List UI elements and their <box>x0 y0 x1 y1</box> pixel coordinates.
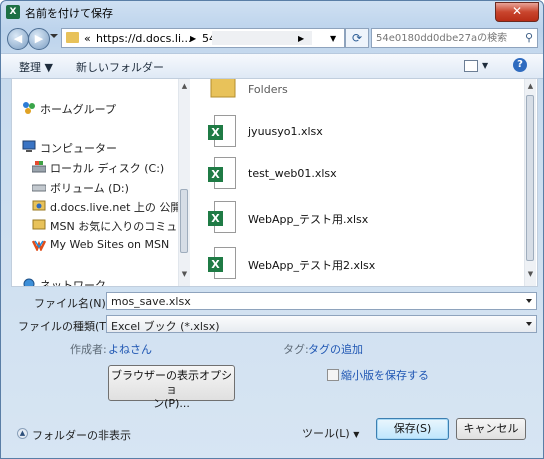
scroll-down-icon[interactable]: ▼ <box>525 269 536 280</box>
msn-icon <box>32 240 46 251</box>
sidebar-item-local-disk[interactable]: ローカル ディスク (C:) <box>32 158 190 176</box>
sidebar-item-my-web-sites[interactable]: My Web Sites on MSN <box>32 236 190 254</box>
navigation-bar: ◀ ▶ « https://d.docs.li... ▶ 54 ▶ ▼ ⟳ ⚲ <box>1 25 543 53</box>
close-button[interactable]: ✕ <box>495 2 539 22</box>
breadcrumb-overflow[interactable]: « <box>84 32 91 45</box>
folder-name: Folders <box>248 83 288 96</box>
scrollbar-thumb[interactable] <box>526 95 534 261</box>
author-link[interactable]: よねさん <box>108 341 152 357</box>
tags-label: タグ: <box>283 343 309 356</box>
forward-arrow-icon: ▶ <box>34 32 44 45</box>
search-box[interactable]: ⚲ <box>371 28 538 48</box>
file-name: WebApp_テスト用2.xlsx <box>248 259 376 272</box>
file-name: test_web01.xlsx <box>248 167 337 180</box>
view-dropdown-icon[interactable]: ▼ <box>482 61 488 70</box>
list-item-folder[interactable]: Folders <box>208 79 488 109</box>
sidebar-item-network[interactable]: ネットワーク <box>22 275 188 286</box>
folder-icon <box>66 32 79 43</box>
list-item-file[interactable]: X jyuusyo1.xlsx <box>208 111 488 151</box>
tools-menu[interactable]: ツール(L) ▼ <box>302 425 359 441</box>
chevron-down-icon[interactable] <box>526 322 532 326</box>
address-bar[interactable]: « https://d.docs.li... ▶ 54 ▶ ▼ <box>61 28 345 48</box>
sidebar-item-computer[interactable]: コンピューター <box>22 138 188 156</box>
chevron-up-icon: ▲ <box>17 428 28 439</box>
recent-locations-dropdown[interactable] <box>50 34 58 38</box>
chevron-down-icon: ▼ <box>353 430 360 439</box>
sidebar-item-skydrive-public[interactable]: d.docs.live.net 上の 公開 <box>32 197 190 215</box>
save-thumbnail-checkbox[interactable] <box>327 369 339 381</box>
filetype-label: ファイルの種類(T): <box>18 320 115 333</box>
folder-icon <box>32 219 46 230</box>
excel-file-icon: X <box>208 247 236 281</box>
change-view-icon[interactable] <box>464 60 478 72</box>
sidebar-item-volume-d[interactable]: ボリューム (D:) <box>32 178 190 196</box>
help-icon[interactable]: ? <box>513 58 527 72</box>
cancel-button[interactable]: キャンセル <box>456 418 526 440</box>
file-name: WebApp_テスト用.xlsx <box>248 213 369 226</box>
filename-label: ファイル名(N): <box>34 297 110 310</box>
scroll-up-icon[interactable]: ▲ <box>179 81 190 92</box>
sidebar-item-homegroup[interactable]: ホームグループ <box>22 99 188 117</box>
file-name: jyuusyo1.xlsx <box>248 125 323 138</box>
save-as-dialog: X 名前を付けて保存 ✕ ◀ ▶ « https://d.docs.li... … <box>0 0 544 459</box>
file-list-scrollbar[interactable]: ▲ ▼ <box>524 79 536 286</box>
excel-file-icon: X <box>208 157 236 191</box>
file-list: Folders X jyuusyo1.xlsx X test_web01.xls… <box>190 78 538 287</box>
new-folder-button[interactable]: 新しいフォルダー <box>76 59 164 75</box>
list-item-file[interactable]: X test_web01.xlsx <box>208 153 488 193</box>
redacted-area <box>212 31 312 45</box>
network-icon <box>23 278 35 286</box>
excel-file-icon: X <box>208 201 236 235</box>
add-tags-link[interactable]: タグの追加 <box>308 341 363 357</box>
search-icon[interactable]: ⚲ <box>525 31 533 44</box>
breadcrumb-separator-icon[interactable]: ▶ <box>190 34 196 43</box>
local-disk-icon <box>32 161 46 173</box>
breadcrumb-url[interactable]: https://d.docs.li... <box>96 32 192 45</box>
list-item-file[interactable]: X WebApp_テスト用.xlsx <box>208 197 488 237</box>
back-arrow-icon: ◀ <box>13 32 23 45</box>
homegroup-icon <box>23 102 35 114</box>
author-label: 作成者: <box>70 343 107 356</box>
filetype-select[interactable]: Excel ブック (*.xlsx) <box>106 315 537 333</box>
close-icon: ✕ <box>511 4 523 18</box>
computer-icon <box>22 140 36 152</box>
address-dropdown-icon[interactable]: ▼ <box>330 34 336 43</box>
scrollbar-thumb[interactable] <box>180 189 188 253</box>
save-button[interactable]: 保存(S) <box>376 418 449 440</box>
search-input[interactable] <box>376 31 516 45</box>
chevron-down-icon[interactable] <box>526 299 532 303</box>
back-button[interactable]: ◀ <box>7 28 29 50</box>
organize-menu[interactable]: 整理 ▼ <box>19 59 53 75</box>
excel-app-icon: X <box>6 5 20 19</box>
refresh-button[interactable]: ⟳ <box>345 28 369 48</box>
excel-file-icon: X <box>208 115 236 149</box>
scroll-down-icon[interactable]: ▼ <box>179 269 190 280</box>
scroll-up-icon[interactable]: ▲ <box>525 81 536 92</box>
browser-view-options-button[interactable]: ブラウザーの表示オプショ ン(P)... <box>108 365 235 410</box>
title-bar: X 名前を付けて保存 ✕ <box>1 1 543 25</box>
filename-input[interactable]: mos_save.xlsx <box>106 292 537 310</box>
refresh-icon: ⟳ <box>351 31 363 45</box>
command-bar: 整理 ▼ 新しいフォルダー ▼ ? <box>1 53 543 79</box>
network-folder-icon <box>32 200 46 211</box>
list-item-file[interactable]: X WebApp_テスト用2.xlsx <box>208 243 488 283</box>
save-thumbnail-label[interactable]: 縮小版を保存する <box>341 367 429 383</box>
navigation-scrollbar[interactable]: ▲ ▼ <box>178 79 190 286</box>
sidebar-item-msn-favorites[interactable]: MSN お気に入りのコミュニテ <box>32 216 190 234</box>
folder-icon <box>210 79 236 98</box>
drive-icon <box>32 184 46 192</box>
forward-button[interactable]: ▶ <box>28 28 50 50</box>
breadcrumb-separator-icon[interactable]: ▶ <box>298 34 304 43</box>
window-title: 名前を付けて保存 <box>25 7 113 20</box>
navigation-pane: ホームグループ コンピューター ローカル ディスク (C:) ボリューム (D:… <box>11 78 191 287</box>
